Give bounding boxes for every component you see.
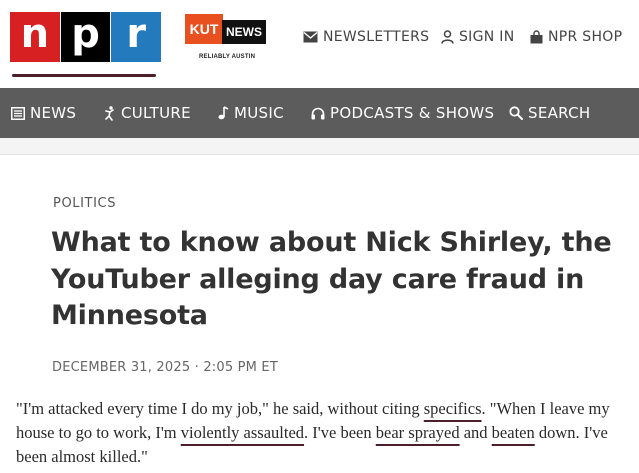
search-icon <box>509 106 523 120</box>
npr-logo-letter-r: r <box>111 12 162 62</box>
music-note-icon <box>218 106 229 120</box>
npr-shop-label: NPR SHOP <box>548 29 623 45</box>
shopping-bag-icon <box>530 30 543 44</box>
quote-text: and <box>459 423 492 442</box>
logo-annotation-underline <box>12 74 156 77</box>
quote-text: . I've been <box>304 423 376 442</box>
quote-text: "I'm attacked every time I do my job," h… <box>16 399 424 418</box>
newsletters-label: NEWSLETTERS <box>323 29 430 45</box>
npr-shop-link[interactable]: NPR SHOP <box>530 27 622 47</box>
npr-logo-letter-p: p <box>60 12 111 62</box>
section-slug[interactable]: POLITICS <box>53 196 116 211</box>
nav-label-news: NEWS <box>30 104 77 122</box>
nav-label-culture: CULTURE <box>121 104 191 122</box>
station-tagline: RELIABLY AUSTIN <box>199 54 256 60</box>
sign-in-link[interactable]: SIGN IN <box>441 27 515 47</box>
newsletters-link[interactable]: NEWSLETTERS <box>303 27 429 47</box>
npr-logo[interactable]: n p r <box>10 12 162 62</box>
nav-item-culture[interactable]: CULTURE <box>104 103 191 123</box>
nav-label-music: MUSIC <box>234 104 284 122</box>
annotated-phrase-violently-assaulted: violently assaulted <box>180 423 305 442</box>
site-header: n p r KUT NEWS RELIABLY AUSTIN NEWSLETTE… <box>0 0 639 88</box>
nav-label-podcasts-shows: PODCASTS & SHOWS <box>330 104 495 122</box>
nav-item-podcasts-shows[interactable]: PODCASTS & SHOWS <box>311 103 494 123</box>
annotated-phrase-specifics: specifics <box>423 399 482 418</box>
npr-logo-letter-n: n <box>10 12 60 62</box>
envelope-icon <box>303 31 318 43</box>
article-quote-paragraph: "I'm attacked every time I do my job," h… <box>16 397 636 469</box>
newspaper-icon <box>11 106 25 120</box>
main-nav: NEWS CULTURE MUSIC PODCASTS & SHOWS SEAR… <box>0 88 639 138</box>
sign-in-label: SIGN IN <box>459 29 515 45</box>
nav-item-music[interactable]: MUSIC <box>218 103 284 123</box>
article-headline: What to know about Nick Shirley, the You… <box>51 227 612 331</box>
user-icon <box>441 30 454 44</box>
news-logo-mark: NEWS <box>222 20 266 44</box>
dancer-icon <box>104 105 116 121</box>
annotated-phrase-beaten: beaten <box>491 423 535 442</box>
kut-news-logo[interactable]: KUT NEWS RELIABLY AUSTIN <box>185 14 267 64</box>
annotated-phrase-bear-sprayed: bear sprayed <box>375 423 460 442</box>
nav-label-search: SEARCH <box>528 104 591 122</box>
headphones-icon <box>311 107 325 120</box>
article-dateline: DECEMBER 31, 2025 · 2:05 PM ET <box>52 360 278 375</box>
kut-logo-mark: KUT <box>185 14 223 44</box>
nav-item-news[interactable]: NEWS <box>11 103 76 123</box>
header-divider-band <box>0 138 639 155</box>
nav-item-search[interactable]: SEARCH <box>509 103 591 123</box>
